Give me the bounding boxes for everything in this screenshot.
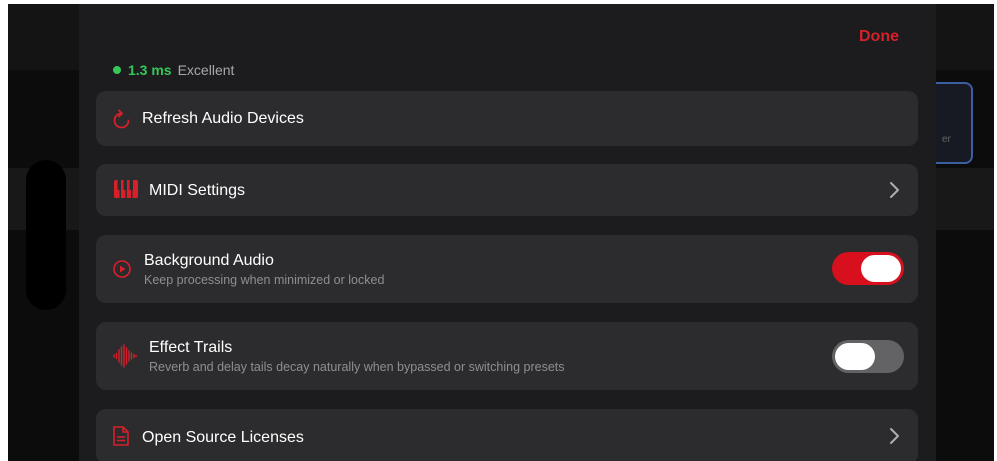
done-button[interactable]: Done: [859, 28, 899, 46]
refresh-audio-devices-button[interactable]: Refresh Audio Devices: [96, 91, 918, 146]
effect-trails-label: Effect Trails: [149, 339, 233, 356]
latency-quality: Excellent: [177, 62, 235, 78]
document-icon: [113, 426, 129, 451]
status-dot-icon: [113, 66, 121, 74]
effect-trails-row: Effect Trails Reverb and delay tails dec…: [96, 322, 918, 390]
background-audio-toggle[interactable]: [832, 252, 904, 285]
effect-trails-toggle[interactable]: [832, 340, 904, 373]
latency-status: 1.3 ms Excellent: [113, 62, 234, 78]
latency-value: 1.3 ms: [128, 62, 172, 78]
chevron-right-icon: [888, 427, 900, 445]
midi-settings-row[interactable]: MIDI Settings: [96, 164, 918, 216]
refresh-audio-devices-label: Refresh Audio Devices: [142, 110, 304, 127]
background-audio-subtitle: Keep processing when minimized or locked: [144, 273, 385, 287]
refresh-icon: [112, 109, 131, 135]
background-audio-row: Background Audio Keep processing when mi…: [96, 235, 918, 303]
toggle-knob: [835, 343, 875, 370]
open-source-licenses-row[interactable]: Open Source Licenses: [96, 409, 918, 461]
piano-keys-icon: [114, 180, 138, 203]
effect-trails-subtitle: Reverb and delay tails decay naturally w…: [149, 360, 565, 374]
open-source-licenses-label: Open Source Licenses: [142, 429, 304, 446]
toggle-knob: [861, 255, 901, 282]
chevron-right-icon: [888, 181, 900, 199]
waveform-icon: [113, 344, 137, 373]
background-slider-track: [26, 160, 66, 310]
background-audio-label: Background Audio: [144, 252, 274, 269]
background-card-text: er: [942, 134, 951, 145]
play-circle-icon: [113, 260, 131, 283]
settings-sheet: Done 1.3 ms Excellent Refresh Audio Devi…: [79, 4, 936, 461]
midi-settings-label: MIDI Settings: [149, 182, 246, 199]
